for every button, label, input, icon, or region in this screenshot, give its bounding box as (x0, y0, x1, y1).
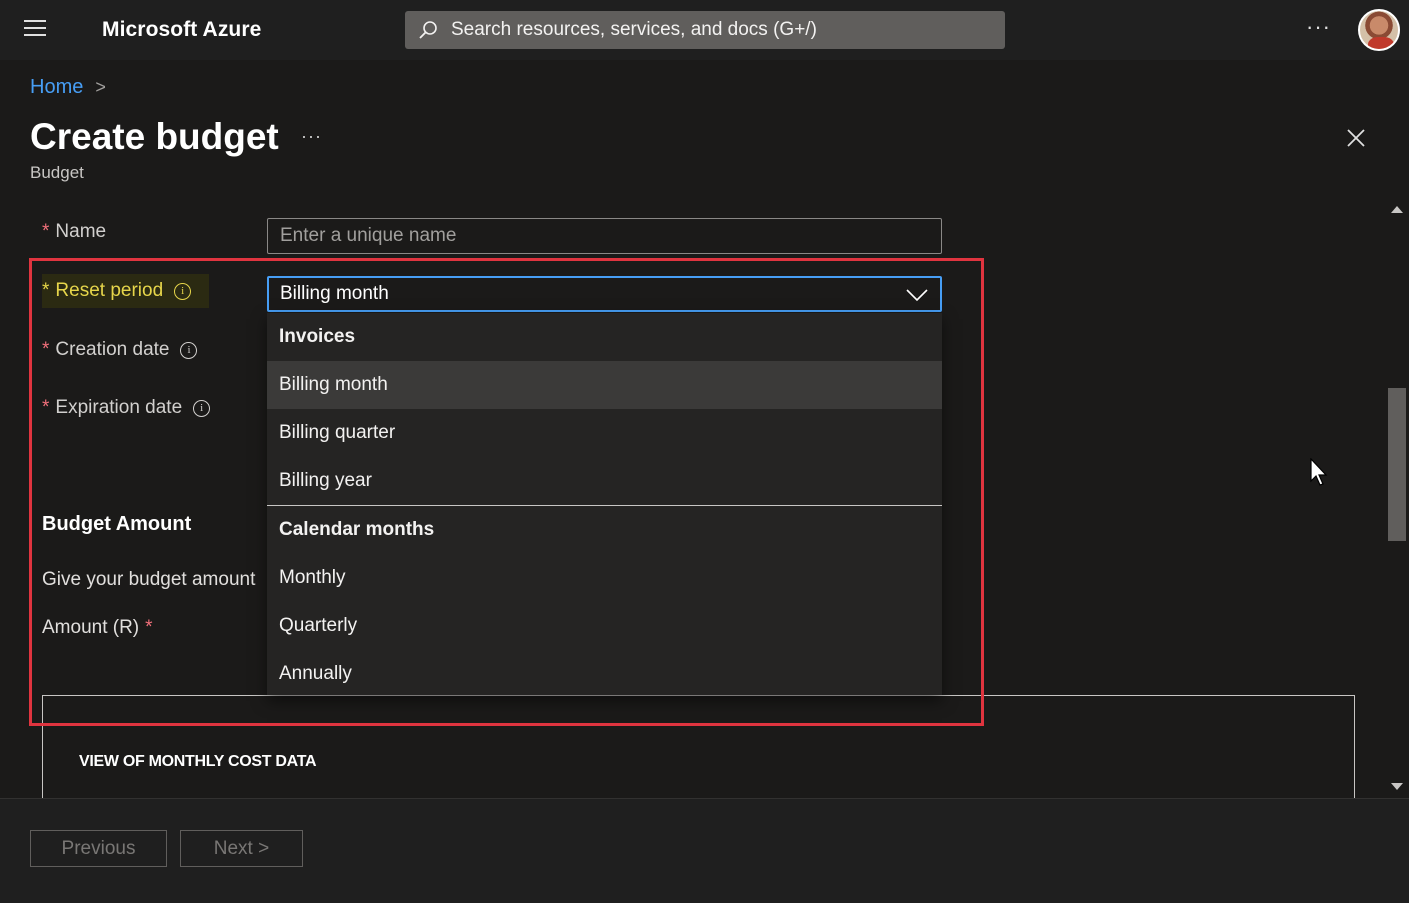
hamburger-menu-icon[interactable] (24, 20, 48, 40)
monthly-cost-title: VIEW OF MONTHLY COST DATA (79, 753, 317, 770)
reset-period-label-text: Reset period (55, 280, 164, 301)
dropdown-group-header-calendar-months: Calendar months (279, 519, 435, 540)
scroll-up-icon[interactable] (1391, 206, 1403, 213)
expiration-date-label: * Expiration date i (42, 397, 211, 419)
page-title: Create budget (30, 116, 279, 157)
title-more-options-icon[interactable]: ··· (301, 126, 322, 147)
page-subtitle: Budget (30, 163, 84, 182)
monthly-cost-panel: VIEW OF MONTHLY COST DATA (42, 695, 1355, 815)
breadcrumb-home-link[interactable]: Home (30, 76, 83, 99)
search-icon (419, 21, 437, 39)
global-search[interactable] (405, 11, 1005, 49)
chevron-down-icon (906, 289, 928, 302)
more-options-icon[interactable]: ··· (1306, 14, 1331, 40)
required-marker: * (42, 397, 50, 418)
wizard-footer: Previous Next > (0, 798, 1409, 903)
next-button[interactable]: Next > (180, 830, 303, 867)
close-icon[interactable] (1340, 122, 1372, 154)
search-input[interactable] (451, 19, 991, 41)
chevron-right-icon: > (95, 77, 106, 97)
previous-button[interactable]: Previous (30, 830, 167, 867)
name-label: * Name (42, 221, 106, 243)
budget-amount-helper-text: Give your budget amount (42, 569, 256, 590)
dropdown-option-monthly[interactable]: Monthly (267, 554, 942, 602)
amount-label-text: Amount (R) (42, 617, 140, 638)
name-label-text: Name (55, 221, 107, 242)
required-marker: * (145, 617, 153, 638)
name-field[interactable] (267, 218, 942, 254)
info-icon[interactable]: i (180, 341, 198, 359)
reset-period-label: * Reset period i (42, 274, 210, 308)
breadcrumb: Home > (30, 76, 106, 99)
creation-date-label-text: Creation date (55, 339, 170, 360)
scrollbar-thumb[interactable] (1388, 388, 1406, 541)
top-bar: Microsoft Azure ··· (0, 0, 1409, 60)
vertical-scrollbar[interactable] (1386, 198, 1408, 798)
reset-period-select[interactable]: Billing month (267, 276, 942, 312)
dropdown-option-annually[interactable]: Annually (267, 650, 942, 698)
reset-period-selected-value: Billing month (280, 283, 389, 304)
info-icon[interactable]: i (174, 282, 192, 300)
brand-title[interactable]: Microsoft Azure (102, 18, 261, 42)
required-marker: * (42, 280, 50, 301)
budget-amount-heading: Budget Amount (42, 513, 192, 535)
mouse-cursor-icon (1310, 458, 1328, 486)
required-marker: * (42, 221, 50, 242)
creation-date-label: * Creation date i (42, 339, 198, 361)
dropdown-option-billing-month[interactable]: Billing month (267, 361, 942, 409)
dropdown-option-billing-year[interactable]: Billing year (267, 457, 942, 505)
dropdown-option-billing-quarter[interactable]: Billing quarter (267, 409, 942, 457)
amount-label: Amount (R) * (42, 617, 153, 639)
expiration-date-label-text: Expiration date (55, 397, 183, 418)
required-marker: * (42, 339, 50, 360)
dropdown-option-quarterly[interactable]: Quarterly (267, 602, 942, 650)
scroll-down-icon[interactable] (1391, 783, 1403, 790)
info-icon[interactable]: i (193, 399, 211, 417)
avatar[interactable] (1358, 9, 1400, 51)
reset-period-dropdown: Invoices Billing month Billing quarter B… (267, 313, 942, 695)
dropdown-group-header-invoices: Invoices (279, 326, 356, 347)
